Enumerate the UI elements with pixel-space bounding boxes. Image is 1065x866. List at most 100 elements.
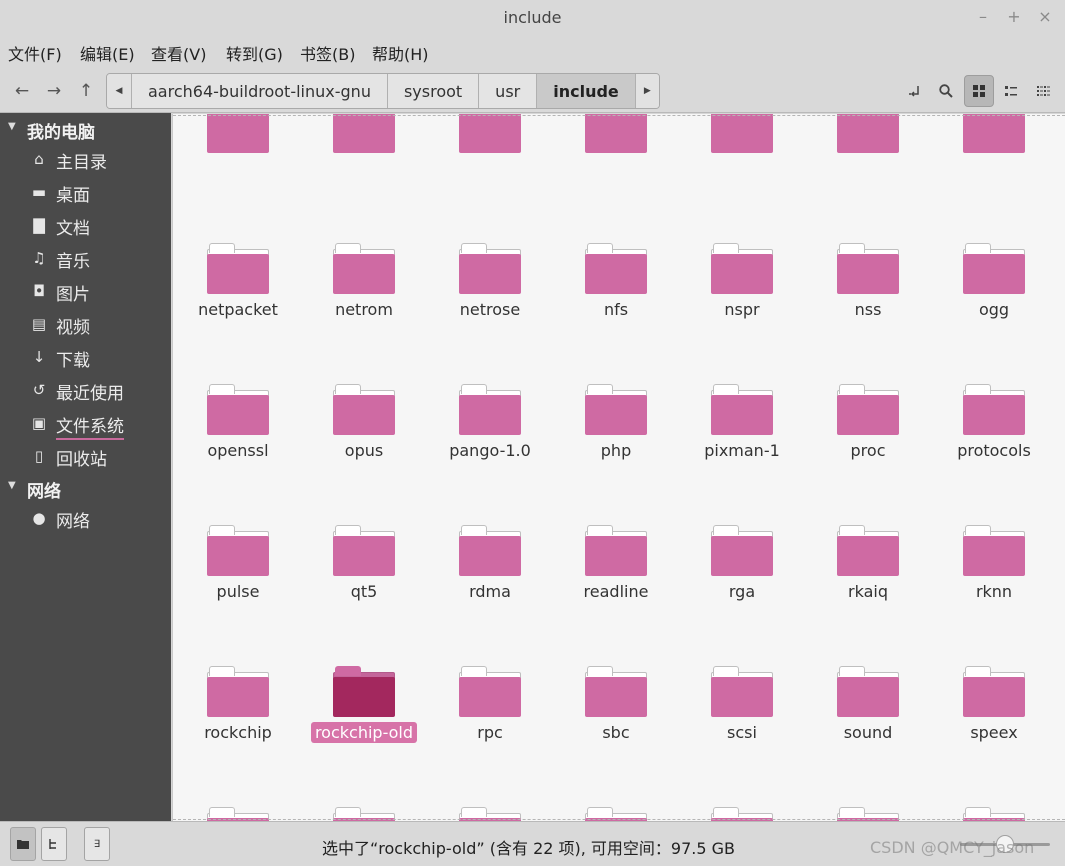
- folder-icon: [207, 114, 269, 154]
- folder-item[interactable]: rga: [679, 461, 805, 602]
- folder-name: scsi: [727, 723, 757, 742]
- maximize-button[interactable]: +: [1003, 6, 1025, 28]
- up-button[interactable]: ↑: [72, 77, 100, 105]
- folder-item[interactable]: rockchip: [175, 602, 301, 743]
- home-icon: ⌂: [34, 150, 44, 168]
- folder-name: sound: [843, 723, 893, 742]
- folder-icon: [711, 666, 773, 717]
- recent-icon: ↺: [32, 381, 46, 399]
- sidebar-item-trash[interactable]: ▯ 回收站: [0, 442, 171, 472]
- folder-item[interactable]: rkaiq: [805, 461, 931, 602]
- folder-item[interactable]: [427, 114, 553, 179]
- close-button[interactable]: ×: [1034, 6, 1056, 28]
- folder-item[interactable]: netrose: [427, 179, 553, 320]
- folder-item[interactable]: tirpc: [553, 743, 679, 821]
- folder-item[interactable]: sbc: [553, 602, 679, 743]
- expander-icon[interactable]: ▼: [8, 121, 16, 132]
- globe-icon: ●: [32, 509, 46, 527]
- folder-icon: [837, 525, 899, 576]
- folder-item[interactable]: nss: [805, 179, 931, 320]
- folder-item[interactable]: rdma: [427, 461, 553, 602]
- breadcrumb-item-aarch64[interactable]: aarch64-buildroot-linux-gnu: [131, 74, 387, 108]
- folder-item[interactable]: opus: [301, 320, 427, 461]
- forward-button[interactable]: →: [40, 77, 68, 105]
- folder-item[interactable]: openssl: [175, 320, 301, 461]
- minimize-button[interactable]: –: [972, 6, 994, 28]
- folder-item[interactable]: php: [553, 320, 679, 461]
- folder-item[interactable]: protocols: [931, 320, 1057, 461]
- breadcrumb-scroll-right-button[interactable]: ▶: [634, 74, 659, 108]
- menu-go[interactable]: 转到(G): [226, 41, 283, 65]
- breadcrumb-item-include[interactable]: include: [536, 74, 635, 108]
- folder-item[interactable]: [679, 114, 805, 179]
- folder-item[interactable]: ss: [175, 743, 301, 821]
- back-button[interactable]: ←: [8, 77, 36, 105]
- location-toggle-button[interactable]: [900, 75, 930, 107]
- sidebar-item-camera[interactable]: ◘ 图片: [0, 277, 171, 307]
- download-icon: ↓: [32, 348, 46, 366]
- breadcrumb-item-sysroot[interactable]: sysroot: [386, 74, 479, 108]
- file-view[interactable]: netpacket netrom netrose nfs nspr nss ogg opens…: [172, 114, 1065, 821]
- sidebar-section-computer[interactable]: ▼ 我的电脑: [0, 115, 171, 143]
- folder-item[interactable]: [175, 114, 301, 179]
- sidebar-item-globe[interactable]: ● 网络: [0, 504, 171, 534]
- sidebar-item-label: 主目录: [56, 153, 107, 173]
- breadcrumb-scroll-left-button[interactable]: ◀: [107, 74, 131, 108]
- folder-name: protocols: [957, 441, 1031, 460]
- sidebar-item-desktop[interactable]: ▬ 桌面: [0, 178, 171, 208]
- compact-view-button[interactable]: [1028, 75, 1058, 107]
- list-view-button[interactable]: [996, 75, 1026, 107]
- sidebar-section-network[interactable]: ▼ 网络: [0, 474, 171, 502]
- folder-item[interactable]: scsi: [679, 602, 805, 743]
- folder-item[interactable]: theora: [427, 743, 553, 821]
- folder-item[interactable]: nspr: [679, 179, 805, 320]
- breadcrumb-item-usr[interactable]: usr: [478, 74, 537, 108]
- folder-item[interactable]: video: [931, 743, 1057, 821]
- sidebar-item-music[interactable]: ♫ 音乐: [0, 244, 171, 274]
- folder-item[interactable]: pango-1.0: [427, 320, 553, 461]
- folder-item[interactable]: unicode: [679, 743, 805, 821]
- folder-item[interactable]: rknn: [931, 461, 1057, 602]
- folder-item[interactable]: [805, 114, 931, 179]
- folder-item[interactable]: netrom: [301, 179, 427, 320]
- folder-item[interactable]: proc: [805, 320, 931, 461]
- sidebar-section-label: 网络: [27, 482, 61, 502]
- folder-item[interactable]: speex: [931, 602, 1057, 743]
- folder-item[interactable]: qt5: [301, 461, 427, 602]
- sidebar-item-filesystem[interactable]: ▣ 文件系统: [0, 409, 171, 440]
- expander-icon[interactable]: ▼: [8, 480, 16, 491]
- hide-sidebar-button[interactable]: ∃: [84, 827, 110, 861]
- folder-item[interactable]: sound: [805, 602, 931, 743]
- menu-edit[interactable]: 编辑(E): [80, 41, 135, 65]
- menu-help[interactable]: 帮助(H): [372, 41, 429, 65]
- show-places-button[interactable]: [10, 827, 36, 861]
- folder-item[interactable]: pixman-1: [679, 320, 805, 461]
- sidebar-item-film[interactable]: ▤ 视频: [0, 310, 171, 340]
- folder-item[interactable]: [553, 114, 679, 179]
- menu-bookmarks[interactable]: 书签(B): [300, 41, 355, 65]
- folder-name: [486, 162, 494, 164]
- sidebar-item-document[interactable]: ▇ 文档: [0, 211, 171, 241]
- folder-item[interactable]: [931, 114, 1057, 179]
- menu-view[interactable]: 查看(V): [151, 41, 206, 65]
- search-button[interactable]: [931, 75, 961, 107]
- folder-item[interactable]: pulse: [175, 461, 301, 602]
- folder-item[interactable]: netpacket: [175, 179, 301, 320]
- folder-item[interactable]: rpc: [427, 602, 553, 743]
- sidebar-item-recent[interactable]: ↺ 最近使用: [0, 376, 171, 406]
- folder-item[interactable]: ogg: [931, 179, 1057, 320]
- folder-icon: [333, 243, 395, 294]
- folder-item[interactable]: readline: [553, 461, 679, 602]
- folder-item[interactable]: sys: [301, 743, 427, 821]
- folder-name: nfs: [603, 300, 629, 319]
- folder-name: [990, 162, 998, 164]
- show-tree-button[interactable]: [41, 827, 67, 861]
- icon-view-button[interactable]: [964, 75, 994, 107]
- sidebar-item-download[interactable]: ↓ 下载: [0, 343, 171, 373]
- folder-item[interactable]: nfs: [553, 179, 679, 320]
- folder-item[interactable]: uuid: [805, 743, 931, 821]
- folder-item[interactable]: rockchip-old: [301, 602, 427, 743]
- folder-item[interactable]: [301, 114, 427, 179]
- sidebar-item-home[interactable]: ⌂ 主目录: [0, 145, 171, 175]
- menu-file[interactable]: 文件(F): [8, 41, 62, 65]
